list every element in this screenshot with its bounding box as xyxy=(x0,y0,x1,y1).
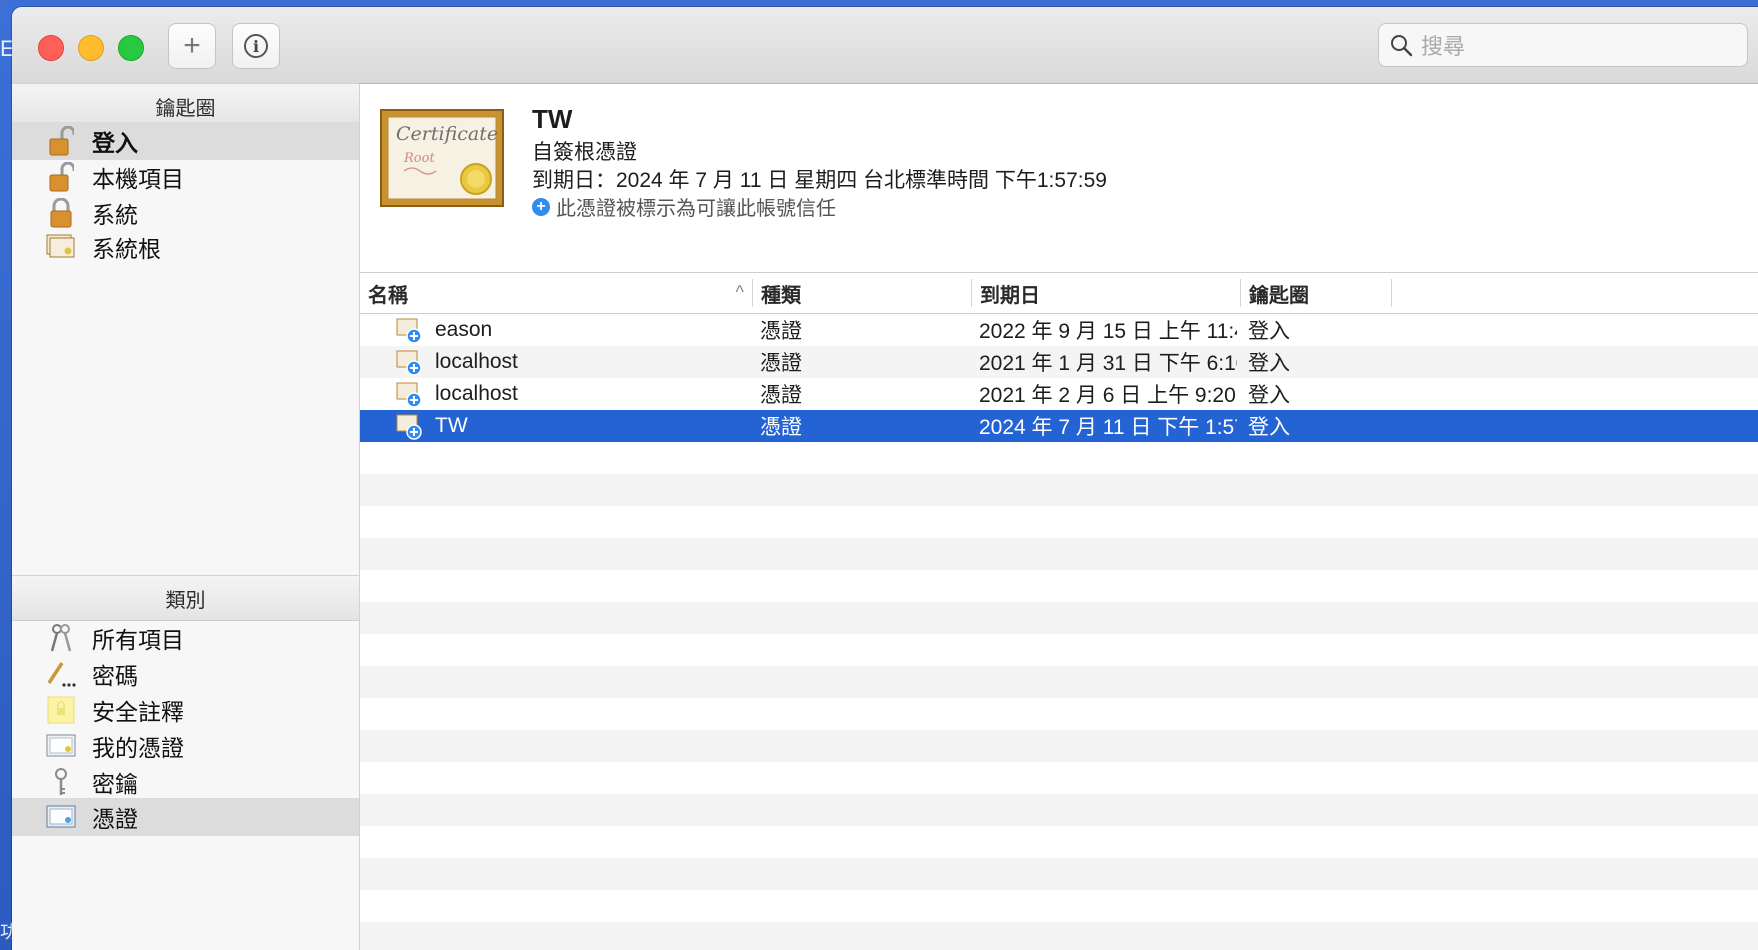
secure-note-icon xyxy=(46,695,76,725)
info-button[interactable]: i xyxy=(232,23,280,69)
table-row-selected[interactable]: TW 憑證 2024 年 7 月 11 日 下午 1:57:... 登入 xyxy=(360,410,1758,442)
empty-row xyxy=(360,474,1758,506)
certificate-root-icon: Certificate Root xyxy=(380,109,504,207)
certificate-icon xyxy=(46,802,76,832)
row-keychain: 登入 xyxy=(1248,384,1290,407)
add-item-button[interactable]: + xyxy=(168,23,216,69)
sidebar-item-local-items[interactable]: 本機項目 xyxy=(12,158,359,196)
empty-row xyxy=(360,602,1758,634)
certificate-art-subtitle: Root xyxy=(404,151,435,166)
row-name: TW xyxy=(435,414,468,437)
row-kind: 憑證 xyxy=(760,352,802,375)
row-kind: 憑證 xyxy=(760,320,802,343)
sidebar-item-all-items[interactable]: 所有項目 xyxy=(12,619,359,657)
column-header-keychain[interactable]: 鑰匙圈 xyxy=(1241,273,1391,313)
keys-icon xyxy=(46,623,76,653)
main-pane: Certificate Root TW 自簽根憑證 到期日：2024 年 7 月… xyxy=(360,84,1758,950)
certificate-stack-icon xyxy=(46,232,76,262)
minimize-window-button[interactable] xyxy=(78,35,104,61)
table-row[interactable]: localhost 憑證 2021 年 2 月 6 日 上午 9:20:15 登… xyxy=(360,378,1758,410)
sidebar-item-my-certificates[interactable]: 我的憑證 xyxy=(12,727,359,765)
certificate-row-icon xyxy=(396,350,422,376)
sidebar-item-label: 密鑰 xyxy=(92,771,138,797)
category-header: 類別 xyxy=(12,575,359,621)
sidebar-item-label: 登入 xyxy=(92,130,138,156)
sidebar-item-label: 所有項目 xyxy=(92,627,184,653)
sort-ascending-icon: ^ xyxy=(735,282,744,302)
plus-icon: + xyxy=(183,29,201,62)
sidebar-item-label: 密碼 xyxy=(92,663,138,689)
column-divider[interactable] xyxy=(1391,279,1392,307)
sidebar-item-label: 本機項目 xyxy=(92,166,184,192)
sidebar-item-login[interactable]: 登入 xyxy=(12,122,359,160)
sidebar-item-certificates[interactable]: 憑證 xyxy=(12,798,359,836)
certificate-expiry: 到期日：2024 年 7 月 11 日 星期四 台北標準時間 下午1:57:59 xyxy=(532,169,1107,192)
trusted-plus-icon: + xyxy=(532,197,550,216)
table-header: 名稱 ^ 種類 到期日 鑰匙圈 xyxy=(360,273,1758,314)
sidebar-item-system-roots[interactable]: 系統根 xyxy=(12,228,359,266)
row-keychain: 登入 xyxy=(1248,320,1290,343)
certificate-type: 自簽根憑證 xyxy=(532,141,637,164)
pencil-password-icon xyxy=(46,659,76,689)
sidebar-item-label: 我的憑證 xyxy=(92,735,184,761)
row-expires: 2021 年 1 月 31 日 下午 6:10:... xyxy=(979,352,1237,375)
sidebar: 鑰匙圈 登入 本機項目 系統 系統根 類別 所有項目 密碼 安全註釋 我的憑證 … xyxy=(12,83,360,950)
locked-padlock-icon xyxy=(46,198,76,228)
empty-row xyxy=(360,538,1758,570)
desktop-background xyxy=(0,0,12,950)
sidebar-item-keys[interactable]: 密鑰 xyxy=(12,763,359,801)
row-keychain: 登入 xyxy=(1248,416,1290,439)
trust-note-text: 此憑證被標示為可讓此帳號信任 xyxy=(556,198,836,220)
row-name: localhost xyxy=(435,382,518,405)
table-row[interactable]: localhost 憑證 2021 年 1 月 31 日 下午 6:10:...… xyxy=(360,346,1758,378)
empty-row xyxy=(360,922,1758,950)
items-table: 名稱 ^ 種類 到期日 鑰匙圈 eason 憑證 2022 年 9 月 15 日… xyxy=(360,273,1758,950)
search-icon xyxy=(1391,35,1413,57)
unlocked-padlock-icon xyxy=(46,162,76,192)
column-header-expires[interactable]: 到期日 xyxy=(972,273,1240,313)
sidebar-item-system[interactable]: 系統 xyxy=(12,194,359,232)
zoom-window-button[interactable] xyxy=(118,35,144,61)
certificate-art-title: Certificate xyxy=(396,123,499,145)
row-name: eason xyxy=(435,318,493,341)
sidebar-item-label: 系統根 xyxy=(92,236,161,262)
empty-row xyxy=(360,730,1758,762)
sidebar-item-label: 系統 xyxy=(92,202,138,228)
key-icon xyxy=(46,767,76,797)
sidebar-item-secure-notes[interactable]: 安全註釋 xyxy=(12,691,359,729)
search-field[interactable]: 搜尋 xyxy=(1378,23,1748,67)
row-keychain: 登入 xyxy=(1248,352,1290,375)
keychain-window: + i 搜尋 鑰匙圈 登入 本機項目 系統 系統根 類別 所有項目 密碼 安全註… xyxy=(12,7,1758,950)
toolbar: + i 搜尋 xyxy=(12,7,1758,84)
sidebar-item-label: 憑證 xyxy=(92,806,138,832)
certificate-title: TW xyxy=(532,104,573,134)
certificate-row-icon xyxy=(396,414,422,440)
table-row[interactable]: eason 憑證 2022 年 9 月 15 日 上午 11:4... 登入 xyxy=(360,314,1758,346)
row-name: localhost xyxy=(435,350,518,373)
trust-note: + 此憑證被標示為可讓此帳號信任 xyxy=(532,192,836,221)
sidebar-item-passwords[interactable]: 密碼 xyxy=(12,655,359,693)
info-icon: i xyxy=(244,34,268,58)
search-placeholder: 搜尋 xyxy=(1421,34,1466,59)
certificate-row-icon xyxy=(396,382,422,408)
certificate-row-icon xyxy=(396,318,422,344)
unlocked-padlock-icon xyxy=(46,126,76,156)
row-kind: 憑證 xyxy=(760,416,802,439)
my-certificate-icon xyxy=(46,731,76,761)
empty-row xyxy=(360,858,1758,890)
row-expires: 2022 年 9 月 15 日 上午 11:4... xyxy=(979,320,1237,343)
close-window-button[interactable] xyxy=(38,35,64,61)
row-expires: 2021 年 2 月 6 日 上午 9:20:15 xyxy=(979,384,1237,407)
row-kind: 憑證 xyxy=(760,384,802,407)
empty-row xyxy=(360,794,1758,826)
sidebar-item-label: 安全註釋 xyxy=(92,699,184,725)
empty-row xyxy=(360,666,1758,698)
column-header-kind[interactable]: 種類 xyxy=(753,273,971,313)
column-header-name[interactable]: 名稱 ^ xyxy=(360,273,752,313)
certificate-detail: Certificate Root TW 自簽根憑證 到期日：2024 年 7 月… xyxy=(360,84,1758,273)
row-expires: 2024 年 7 月 11 日 下午 1:57:... xyxy=(979,416,1237,439)
